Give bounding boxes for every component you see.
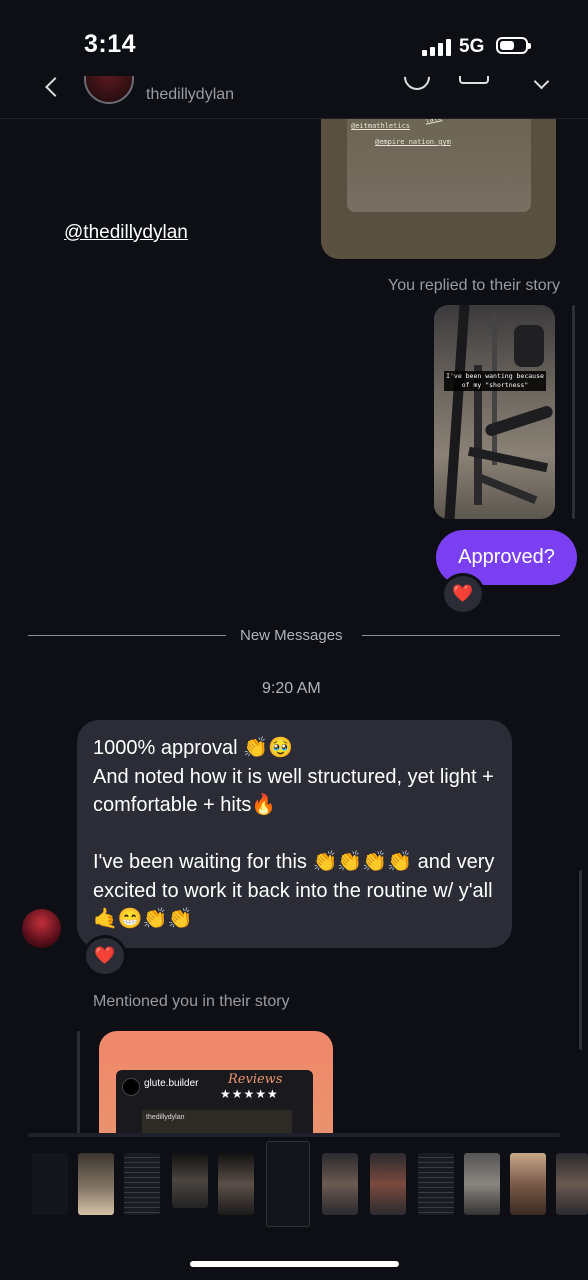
strip-thumbnail[interactable]	[172, 1153, 208, 1208]
home-indicator[interactable]	[190, 1261, 399, 1267]
strip-thumbnail[interactable]	[556, 1153, 588, 1215]
strip-thumbnail[interactable]	[218, 1153, 254, 1215]
new-messages-label: New Messages	[240, 627, 343, 644]
replied-story-thumbnail[interactable]: I've been wanting because of my "shortne…	[434, 305, 555, 519]
strip-thumbnail[interactable]	[78, 1153, 114, 1215]
strip-thumbnail[interactable]	[124, 1153, 160, 1215]
scroll-indicator	[572, 305, 575, 519]
header-username[interactable]: thedillydylan	[146, 86, 234, 104]
heart-reaction-icon[interactable]: ❤️	[83, 935, 127, 977]
scroll-indicator	[579, 870, 582, 1050]
mentioned-story-label: Mentioned you in their story	[93, 993, 290, 1010]
network-label: 5G	[459, 36, 485, 57]
strip-thumbnail[interactable]	[322, 1153, 358, 1215]
chat-header: thedillydylan	[0, 76, 588, 119]
strip-handle	[28, 1133, 560, 1137]
strip-thumbnail-selected[interactable]	[266, 1141, 310, 1227]
story-caption: I've been wanting because of my "shortne…	[444, 371, 546, 391]
signal-icon	[422, 38, 452, 56]
battery-icon	[496, 37, 531, 54]
strip-thumbnail[interactable]	[370, 1153, 406, 1215]
sender-avatar[interactable]	[22, 909, 61, 948]
message-timestamp: 9:20 AM	[262, 680, 321, 697]
call-icon[interactable]	[398, 76, 436, 96]
story-tag: @empire_nation_gym	[375, 138, 451, 146]
replied-story-label: You replied to their story	[388, 277, 560, 294]
divider-line	[28, 635, 226, 636]
strip-thumbnail[interactable]	[418, 1153, 454, 1215]
heart-reaction-icon[interactable]: ❤️	[441, 573, 485, 615]
screenshot-thumbnail-strip	[0, 1137, 588, 1230]
story-tag: @eitmathletics	[351, 122, 411, 130]
story-card-image: @eitmathletics lala @empire_nation_gym	[347, 112, 531, 212]
video-call-icon[interactable]	[459, 76, 489, 84]
header-avatar[interactable]	[84, 76, 134, 104]
inner-post-handle: thedillydylan	[146, 1114, 185, 1121]
quote-bar	[77, 1031, 80, 1141]
story-card[interactable]: @eitmathletics lala @empire_nation_gym	[321, 112, 556, 259]
account-logo	[122, 1078, 140, 1096]
divider-line	[362, 635, 560, 636]
reviews-title: Reviews	[228, 1072, 283, 1087]
strip-thumbnail[interactable]	[32, 1153, 68, 1215]
info-chevron-icon[interactable]	[533, 76, 550, 90]
stars-rating: ★★★★★	[220, 1087, 279, 1101]
mention-link[interactable]: @thedillydylan	[64, 222, 188, 244]
status-time: 3:14	[84, 30, 137, 58]
strip-thumbnail[interactable]	[510, 1153, 546, 1215]
back-chevron-icon[interactable]	[45, 77, 65, 97]
strip-thumbnail[interactable]	[464, 1153, 500, 1215]
incoming-message-bubble[interactable]: 1000% approval 👏🥹 And noted how it is we…	[77, 720, 512, 948]
story-account-handle: glute.builder	[144, 1078, 199, 1089]
